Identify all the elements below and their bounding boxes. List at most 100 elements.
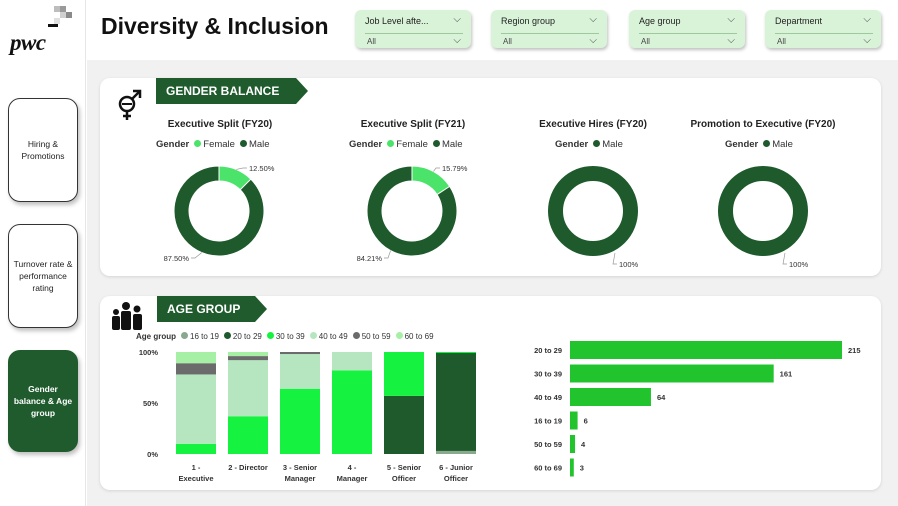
chevron-down-icon: ⌵: [863, 14, 871, 25]
chevron-down-icon: ⌵: [453, 14, 461, 25]
data-label: 4: [581, 440, 586, 449]
bar: [570, 458, 574, 477]
divider: [775, 33, 873, 34]
stacked-bar-segment: [176, 363, 216, 375]
x-tick-label: 6 - Junior: [439, 463, 473, 472]
category-label: 20 to 29: [534, 346, 562, 355]
nav-turnover-performance[interactable]: Turnover rate & performance rating: [8, 224, 78, 328]
divider: [639, 33, 737, 34]
x-tick-label: Manager: [285, 474, 316, 483]
filter-job-level[interactable]: Job Level afte... ⌵ All ⌵: [355, 10, 471, 48]
donut-slice-male: [173, 165, 265, 257]
stacked-bar-segment: [176, 374, 216, 444]
leader-line: [191, 252, 202, 259]
x-tick-label: Executive: [178, 474, 213, 483]
stacked-bar-segment: [176, 443, 216, 454]
filter-age-group[interactable]: Age group ⌵ All ⌵: [629, 10, 745, 48]
x-tick-label: 4 -: [348, 463, 357, 472]
leader-line: [433, 167, 440, 172]
stacked-bar-segment: [332, 352, 372, 371]
x-tick-label: 1 -: [192, 463, 201, 472]
nav-label: Turnover rate & performance rating: [13, 259, 73, 293]
filter-region-group[interactable]: Region group ⌵ All ⌵: [491, 10, 607, 48]
donut-charts: 12.50% 87.50% 15.79% 84.21% 100% 100%: [164, 164, 809, 269]
nav-label: Gender balance & Age group: [13, 384, 73, 418]
sidebar: pwc Hiring & Promotions Turnover rate & …: [0, 0, 86, 506]
data-label: 84.21%: [357, 254, 383, 263]
filter-value: All: [777, 37, 786, 46]
data-label: 3: [580, 464, 584, 473]
filter-label: Age group: [639, 16, 681, 26]
stacked-bar-segment: [280, 352, 320, 355]
x-tick-label: 5 - Senior: [387, 463, 421, 472]
x-tick-label: 2 - Director: [228, 463, 268, 472]
page-title: Diversity & Inclusion: [101, 13, 329, 39]
main-area: Diversity & Inclusion Job Level afte... …: [87, 0, 898, 506]
stacked-bar-segment: [436, 352, 476, 354]
divider: [365, 33, 463, 34]
stacked-bar-segment: [436, 450, 476, 454]
top-bar: Diversity & Inclusion Job Level afte... …: [87, 0, 898, 60]
category-label: 60 to 69: [534, 464, 562, 473]
bar: [570, 341, 842, 359]
stacked-bar-segment: [228, 356, 268, 361]
age-charts: 0% 50% 100% 1 - Executive 2 - Director 3 - Sen…: [139, 341, 861, 483]
stacked-bar-segment: [384, 395, 424, 454]
stacked-bar-segment: [228, 360, 268, 417]
data-label: 64: [657, 393, 666, 402]
bar: [570, 435, 576, 453]
x-tick-label: Officer: [444, 474, 468, 483]
stacked-bar-segment: [228, 352, 268, 357]
filter-label: Job Level afte...: [365, 16, 429, 26]
data-label: 215: [848, 346, 861, 355]
data-label: 100%: [789, 260, 809, 269]
filter-department[interactable]: Department ⌵ All ⌵: [765, 10, 881, 48]
leader-line: [236, 167, 247, 170]
donut-slice-male: [718, 166, 808, 256]
stacked-bar-segment: [436, 353, 476, 451]
nav-hiring-promotions[interactable]: Hiring & Promotions: [8, 98, 78, 202]
x-tick-label: 3 - Senior: [283, 463, 317, 472]
x-tick-label: Manager: [337, 474, 368, 483]
filter-value: All: [641, 37, 650, 46]
category-label: 50 to 59: [534, 440, 562, 449]
nav-gender-age[interactable]: Gender balance & Age group: [8, 350, 78, 452]
filter-value: All: [367, 37, 376, 46]
data-label: 161: [780, 370, 793, 379]
nav-label: Hiring & Promotions: [21, 139, 65, 161]
chevron-down-icon: ⌵: [863, 35, 871, 46]
chevron-down-icon: ⌵: [727, 14, 735, 25]
stacked-bar-segment: [228, 416, 268, 454]
chevron-down-icon: ⌵: [453, 35, 461, 46]
data-label: 15.79%: [442, 164, 468, 173]
chevron-down-icon: ⌵: [589, 35, 597, 46]
filter-label: Department: [775, 16, 823, 26]
stacked-bar-segment: [332, 370, 372, 454]
pwc-logo: pwc: [10, 30, 46, 55]
stacked-bar-segment: [176, 352, 216, 364]
filter-label: Region group: [501, 16, 556, 26]
data-label: 12.50%: [249, 164, 275, 173]
chevron-down-icon: ⌵: [727, 35, 735, 46]
y-tick-label: 50%: [143, 399, 158, 408]
y-tick-label: 0%: [147, 450, 158, 459]
leader-line: [612, 252, 617, 265]
data-label: 87.50%: [164, 254, 190, 263]
category-label: 16 to 19: [534, 417, 562, 426]
stacked-bar-segment: [280, 388, 320, 454]
data-label: 100%: [619, 260, 639, 269]
leader-line: [782, 252, 787, 265]
divider: [501, 33, 599, 34]
y-tick-label: 100%: [139, 348, 159, 357]
x-tick-label: Officer: [392, 474, 416, 483]
bar: [570, 364, 774, 383]
category-label: 40 to 49: [534, 393, 562, 402]
gender-balance-card: GENDER BALANCE Executive Split (FY20) Ge…: [100, 78, 881, 276]
stacked-bar-segment: [384, 352, 424, 396]
donut-slice-male: [548, 166, 638, 256]
data-label: 6: [584, 417, 588, 426]
leader-line: [384, 250, 391, 259]
age-group-card: AGE GROUP Age group 16 to 19 20 to 29 30 to…: [100, 296, 881, 490]
stacked-bar-segment: [280, 354, 320, 389]
bar: [570, 411, 578, 430]
